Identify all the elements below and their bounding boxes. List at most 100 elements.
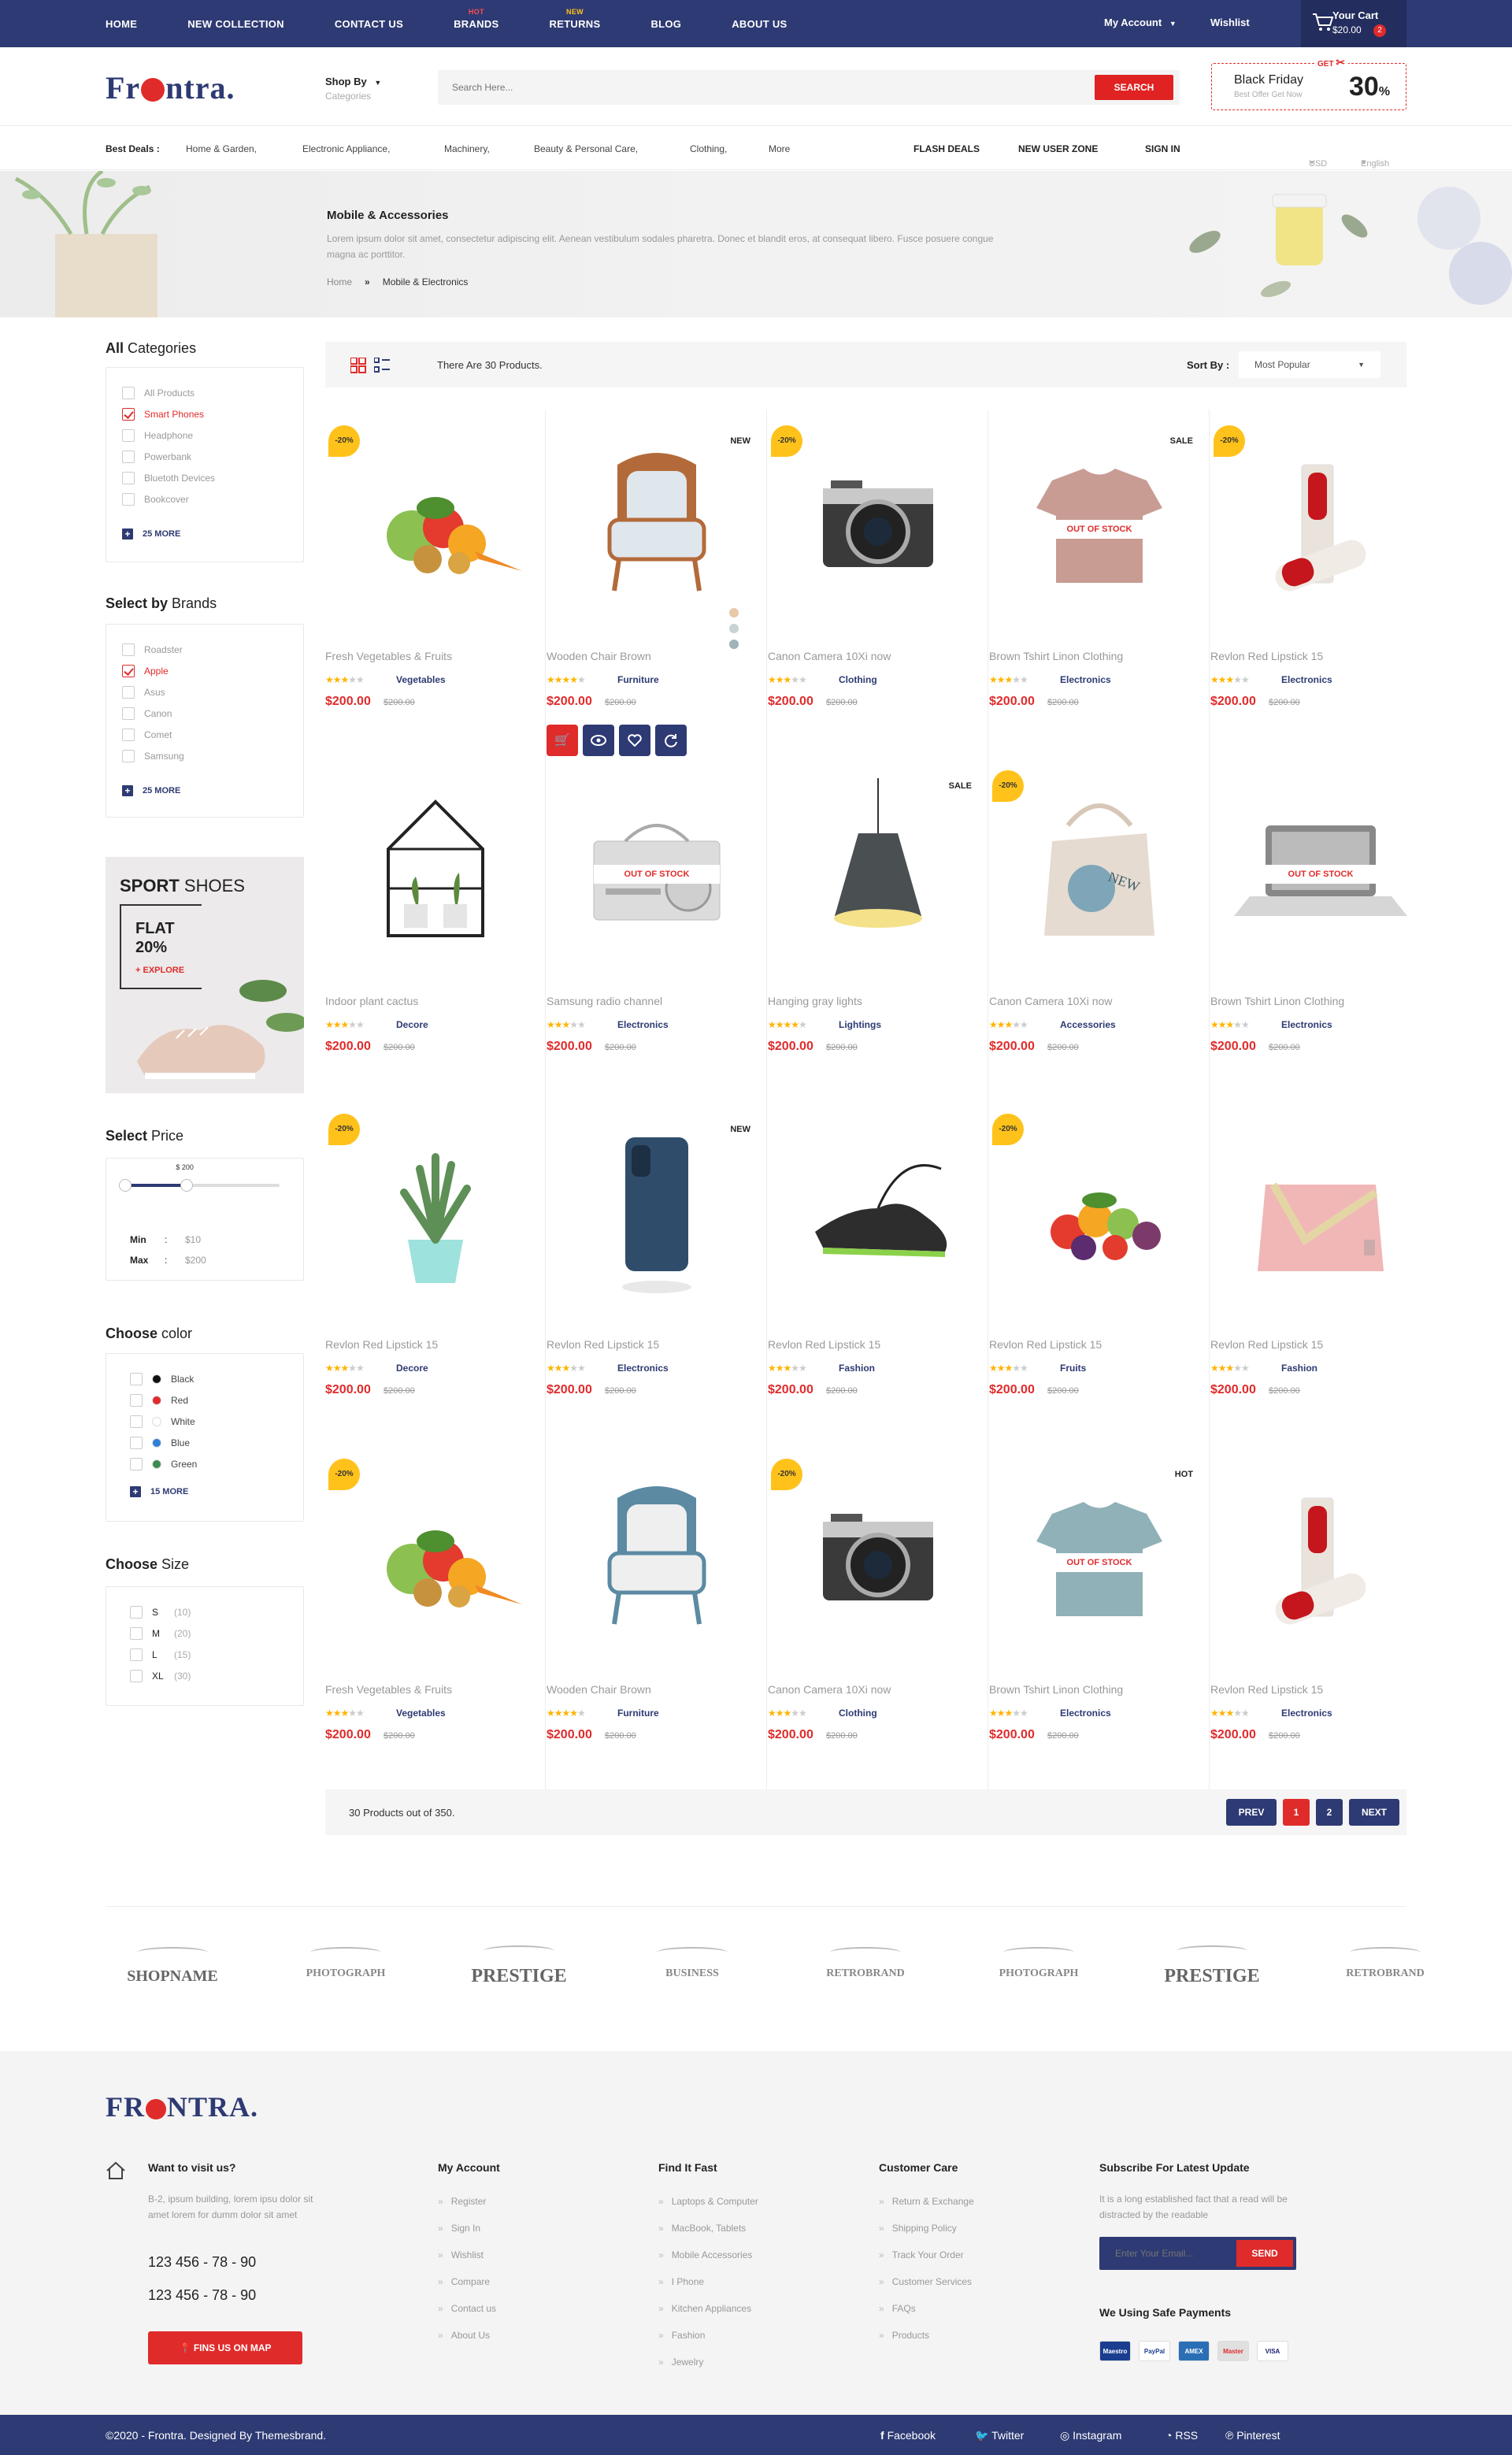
- product-image[interactable]: [784, 1122, 973, 1311]
- checkbox[interactable]: [130, 1458, 143, 1470]
- product-category[interactable]: Vegetables: [396, 1708, 446, 1719]
- footer-link[interactable]: » Fashion: [658, 2330, 705, 2341]
- brand-logo[interactable]: PRESTIGE: [452, 1945, 586, 1987]
- social-twitter[interactable]: 🐦 Twitter: [975, 2429, 1024, 2442]
- product-card[interactable]: HOT OUT OF STOCK Brown Tshirt Linon Clothi…: [989, 1443, 1210, 1789]
- footer-link[interactable]: » Return & Exchange: [879, 2196, 974, 2207]
- product-name[interactable]: Brown Tshirt Linon Clothing: [989, 650, 1123, 662]
- checkbox[interactable]: [130, 1648, 143, 1661]
- sort-select[interactable]: Most Popular ▼: [1239, 351, 1380, 378]
- checkbox[interactable]: [130, 1415, 143, 1428]
- nav-blog[interactable]: BLOG: [650, 18, 681, 30]
- brand-option[interactable]: Roadster: [122, 643, 183, 656]
- product-image[interactable]: [341, 1122, 530, 1311]
- product-card[interactable]: Revlon Red Lipstick 15 ★★★★★ Fashion $200.0…: [768, 1098, 988, 1444]
- page-1-button[interactable]: 1: [1283, 1799, 1310, 1826]
- product-category[interactable]: Decore: [396, 1019, 428, 1030]
- footer-link[interactable]: » Jewelry: [658, 2357, 703, 2368]
- product-image[interactable]: [341, 778, 530, 967]
- product-category[interactable]: Electronics: [1281, 1708, 1332, 1719]
- product-category[interactable]: Decore: [396, 1363, 428, 1374]
- product-image[interactable]: [1005, 1122, 1194, 1311]
- size-option[interactable]: M (20): [130, 1627, 191, 1640]
- category-option[interactable]: Bluetoth Devices: [122, 472, 215, 484]
- wishlist-link[interactable]: Wishlist: [1210, 17, 1250, 28]
- product-category[interactable]: Lightings: [839, 1019, 881, 1030]
- price-min-handle[interactable]: [119, 1179, 132, 1192]
- color-option[interactable]: White: [130, 1415, 195, 1428]
- product-card[interactable]: -20% Canon Camera 10Xi now ★★★★★ Clothing $2…: [768, 1443, 988, 1789]
- search-button[interactable]: SEARCH: [1095, 75, 1173, 100]
- checkbox[interactable]: [122, 429, 135, 442]
- footer-link[interactable]: » Shipping Policy: [879, 2223, 957, 2234]
- ad-explore-link[interactable]: + EXPLORE: [135, 966, 184, 975]
- product-name[interactable]: Revlon Red Lipstick 15: [325, 1338, 438, 1351]
- brand-logo[interactable]: PHOTOGRAPH: [972, 1947, 1106, 1980]
- product-name[interactable]: Samsung radio channel: [547, 995, 662, 1007]
- deal-beauty[interactable]: Beauty & Personal Care,: [534, 143, 638, 154]
- category-option[interactable]: Bookcover: [122, 493, 189, 506]
- checkbox[interactable]: [130, 1394, 143, 1407]
- color-swatch[interactable]: [729, 640, 739, 649]
- footer-link[interactable]: » Mobile Accessories: [658, 2249, 752, 2260]
- footer-phone-2[interactable]: 123 456 - 78 - 90: [148, 2287, 256, 2304]
- category-option[interactable]: All Products: [122, 387, 195, 399]
- brand-logo[interactable]: RETROBRAND: [1318, 1947, 1452, 1980]
- footer-link[interactable]: » FAQs: [879, 2303, 916, 2314]
- find-us-on-map-button[interactable]: 📍 FINS US ON MAP: [148, 2331, 302, 2364]
- footer-phone-1[interactable]: 123 456 - 78 - 90: [148, 2254, 256, 2271]
- sport-shoes-ad[interactable]: SPORT SHOES FLAT 20% + EXPLORE: [106, 857, 304, 1093]
- product-category[interactable]: Clothing: [839, 674, 877, 685]
- footer-link[interactable]: » MacBook, Tablets: [658, 2223, 746, 2234]
- footer-link[interactable]: » Register: [438, 2196, 486, 2207]
- checkbox[interactable]: [130, 1437, 143, 1449]
- product-category[interactable]: Electronics: [1060, 674, 1111, 685]
- product-image[interactable]: NEW: [1005, 778, 1194, 967]
- price-max-handle[interactable]: [180, 1179, 194, 1192]
- checkbox[interactable]: [130, 1373, 143, 1385]
- product-name[interactable]: Revlon Red Lipstick 15: [1210, 650, 1323, 662]
- checkbox[interactable]: [122, 472, 135, 484]
- brand-option[interactable]: Apple: [122, 665, 169, 677]
- my-account-dropdown[interactable]: My Account ▼: [1104, 17, 1177, 28]
- shop-by-categories[interactable]: Shop By ▼ Categories: [325, 76, 381, 102]
- logo[interactable]: Fr ntra.: [106, 69, 235, 106]
- nav-contact-us[interactable]: CONTACT US: [335, 18, 403, 30]
- product-name[interactable]: Wooden Chair Brown: [547, 650, 651, 662]
- checkbox[interactable]: [130, 1606, 143, 1619]
- checkbox[interactable]: [122, 643, 135, 656]
- color-option[interactable]: Black: [130, 1373, 194, 1385]
- footer-link[interactable]: » Compare: [438, 2276, 490, 2287]
- sign-in-link[interactable]: SIGN IN: [1145, 143, 1180, 154]
- category-option[interactable]: Headphone: [122, 429, 193, 442]
- deal-more[interactable]: More: [769, 143, 790, 154]
- deal-clothing[interactable]: Clothing,: [690, 143, 727, 154]
- prev-page-button[interactable]: PREV: [1226, 1799, 1277, 1826]
- page-2-button[interactable]: 2: [1316, 1799, 1343, 1826]
- product-name[interactable]: Revlon Red Lipstick 15: [989, 1338, 1102, 1351]
- checkbox[interactable]: [122, 665, 135, 677]
- product-card[interactable]: NEW Revlon Red Lipstick 15 ★★★★★ Electronic…: [547, 1098, 767, 1444]
- product-name[interactable]: Revlon Red Lipstick 15: [1210, 1683, 1323, 1696]
- email-field[interactable]: [1099, 2237, 1235, 2270]
- product-category[interactable]: Vegetables: [396, 674, 446, 685]
- category-option[interactable]: Powerbank: [122, 451, 191, 463]
- product-name[interactable]: Fresh Vegetables & Fruits: [325, 650, 452, 662]
- checkbox[interactable]: [122, 408, 135, 421]
- product-name[interactable]: Hanging gray lights: [768, 995, 862, 1007]
- size-option[interactable]: L (15): [130, 1648, 191, 1661]
- checkbox[interactable]: [122, 451, 135, 463]
- footer-link[interactable]: » Wishlist: [438, 2249, 484, 2260]
- color-option[interactable]: Green: [130, 1458, 197, 1470]
- product-image[interactable]: [1226, 1467, 1415, 1656]
- min-value[interactable]: $10: [185, 1234, 201, 1245]
- social-rss[interactable]: ◔ RSS: [1166, 2429, 1198, 2442]
- product-image[interactable]: [341, 433, 530, 622]
- product-image[interactable]: [784, 778, 973, 967]
- product-name[interactable]: Canon Camera 10Xi now: [768, 1683, 891, 1696]
- send-button[interactable]: SEND: [1236, 2240, 1293, 2267]
- product-category[interactable]: Fashion: [839, 1363, 875, 1374]
- product-category[interactable]: Electronics: [617, 1019, 669, 1030]
- checkbox[interactable]: [122, 750, 135, 762]
- product-category[interactable]: Fruits: [1060, 1363, 1086, 1374]
